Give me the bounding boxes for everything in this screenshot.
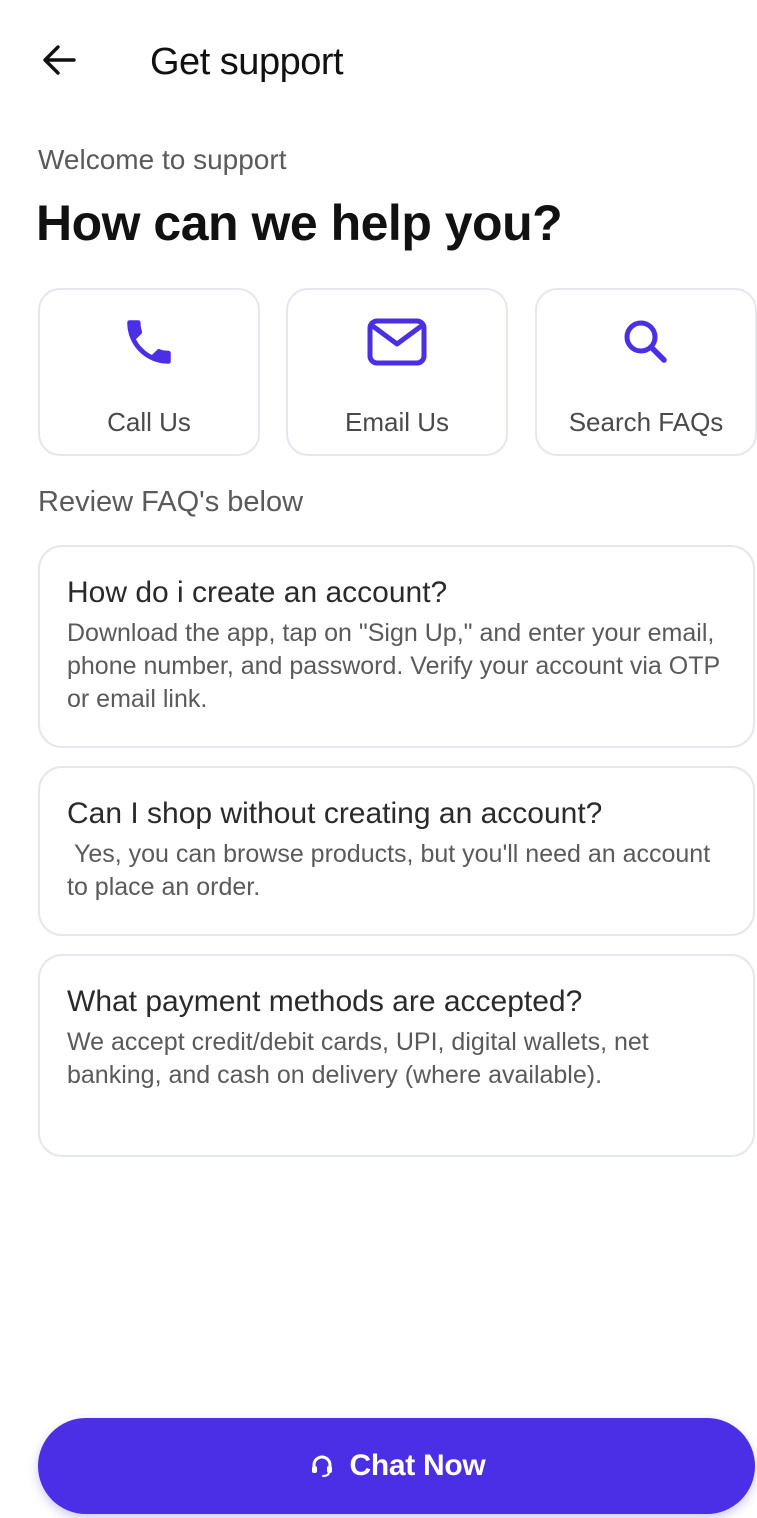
headline: How can we help you? xyxy=(36,195,563,251)
app-header: Get support xyxy=(0,0,757,120)
faq-answer: Yes, you can browse products, but you'll… xyxy=(67,840,718,901)
faq-answer: Download the app, tap on "Sign Up," and … xyxy=(67,619,727,713)
chat-now-button[interactable]: Chat Now xyxy=(38,1418,755,1514)
faq-question: What payment methods are accepted? xyxy=(67,985,583,1018)
chat-now-label: Chat Now xyxy=(349,1449,486,1482)
search-faqs-button[interactable]: Search FAQs xyxy=(535,288,757,456)
faq-item[interactable]: Can I shop without creating an account? … xyxy=(38,766,755,936)
search-icon xyxy=(618,314,674,375)
search-faqs-label: Search FAQs xyxy=(568,407,724,437)
faq-item[interactable]: How do i create an account? Download the… xyxy=(38,545,755,748)
headset-icon xyxy=(308,1452,336,1480)
support-actions: Call Us Email Us Search FAQs xyxy=(38,288,757,456)
email-us-button[interactable]: Email Us xyxy=(286,288,508,456)
support-screen: Get support Welcome to support How can w… xyxy=(0,0,757,1518)
arrow-left-icon xyxy=(38,38,82,87)
faq-question: How do i create an account? xyxy=(67,576,448,609)
faq-answer: We accept credit/debit cards, UPI, digit… xyxy=(67,1028,656,1089)
welcome-text: Welcome to support xyxy=(38,144,287,175)
back-button[interactable] xyxy=(36,38,84,86)
call-us-button[interactable]: Call Us xyxy=(38,288,260,456)
faq-heading: Review FAQ's below xyxy=(38,486,304,518)
page-title: Get support xyxy=(150,41,344,83)
phone-icon xyxy=(120,313,178,376)
email-us-label: Email Us xyxy=(344,407,449,437)
envelope-icon xyxy=(366,317,428,372)
faq-question: Can I shop without creating an account? xyxy=(67,797,603,830)
faq-item[interactable]: What payment methods are accepted? We ac… xyxy=(38,954,755,1157)
call-us-label: Call Us xyxy=(107,407,191,437)
